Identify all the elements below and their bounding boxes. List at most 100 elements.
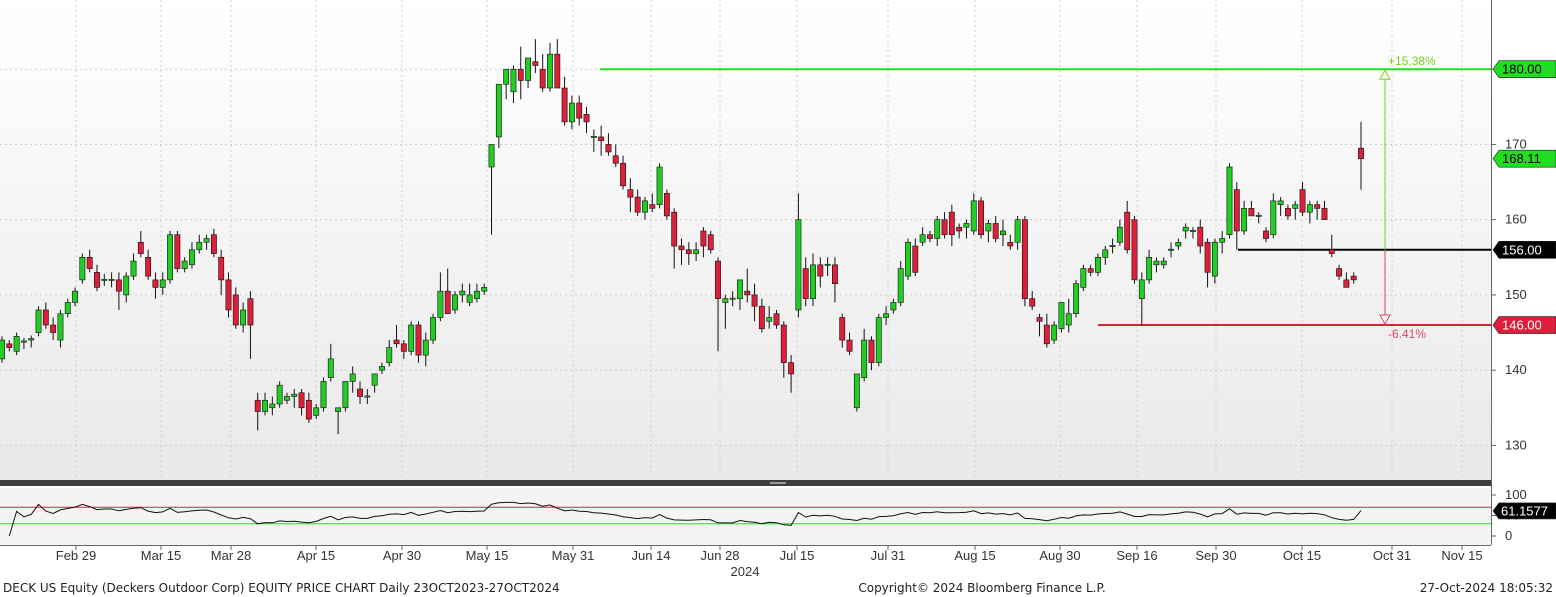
candle-body (1226, 166, 1233, 236)
candle-body (532, 61, 539, 66)
y-tick-label: 140 (1505, 362, 1527, 377)
candle-body (1255, 215, 1262, 217)
year-label: 2024 (731, 564, 760, 579)
candle-body (101, 278, 108, 281)
candle-body (181, 260, 188, 269)
candle-body (824, 263, 831, 266)
candle-body (232, 294, 239, 326)
x-axis: Feb 29 Mar 15 Mar 28 Apr 15 Apr 30 May 15 May … (56, 545, 1483, 563)
candle-body (247, 298, 254, 326)
candle-body (1241, 208, 1248, 232)
candle-body (1058, 302, 1065, 330)
candle-body (656, 166, 663, 205)
candle-body (598, 136, 605, 141)
candle-body (1211, 241, 1218, 277)
candle-body (956, 226, 963, 232)
candle-body (1219, 238, 1226, 243)
candle-body (94, 272, 100, 288)
candle-body (437, 290, 444, 318)
candle-body (510, 68, 517, 93)
candle-body (1109, 245, 1116, 247)
candle-body (547, 53, 553, 89)
candle-body (1336, 268, 1343, 277)
candle-body (35, 309, 42, 333)
candle-body (371, 373, 378, 386)
x-tick-label: May 31 (552, 548, 595, 563)
candle-body (1116, 226, 1123, 243)
candle-body (926, 234, 933, 239)
candle-body (1080, 268, 1087, 288)
candle-body (503, 68, 510, 85)
candle-body (1233, 189, 1240, 232)
candle-body (539, 68, 546, 89)
candle-body (1043, 324, 1050, 345)
candle-body (79, 257, 86, 281)
rsi-panel-background (0, 488, 1491, 545)
candle-body (13, 336, 20, 352)
candle-body (1343, 279, 1350, 288)
candle-body (466, 294, 473, 303)
candle-body (481, 287, 488, 292)
rsi-tick-label: 0 (1505, 528, 1512, 543)
candle-body (167, 234, 173, 281)
panel-divider[interactable] (0, 480, 1491, 486)
candle-body (284, 396, 290, 401)
candle-body (948, 211, 955, 236)
candle-body (20, 340, 27, 343)
candle-body (130, 260, 137, 277)
candle-body (313, 407, 320, 416)
y-tick-label: 150 (1505, 287, 1527, 302)
candle-body (1095, 257, 1101, 273)
candle-body (802, 268, 809, 299)
candle-body (6, 343, 13, 348)
x-tick-label: Sep 16 (1116, 548, 1157, 563)
candle-body (846, 339, 853, 352)
x-tick-label: Apr 15 (297, 548, 335, 563)
x-tick-label: Aug 15 (954, 548, 995, 563)
candle-body (1314, 204, 1321, 209)
candle-body (488, 144, 495, 168)
candle-body (963, 223, 970, 228)
rsi-value-label: 61.1577 (1501, 503, 1548, 518)
candle-body (1007, 241, 1014, 247)
x-tick-label: Apr 30 (383, 548, 421, 563)
candle-body (970, 200, 977, 232)
resistance-tag-label: 180.00 (1502, 62, 1542, 77)
candle-body (495, 83, 502, 138)
candle-body (86, 257, 93, 269)
candle-body (137, 241, 144, 254)
candle-body (715, 260, 721, 299)
x-tick-label: Jun 14 (631, 548, 670, 563)
candle-body (707, 234, 714, 251)
candle-body (992, 223, 999, 239)
candle-body (905, 241, 911, 277)
candle-body (1350, 275, 1357, 281)
candle-body (1014, 219, 1021, 243)
candle-body (1029, 298, 1036, 307)
candle-body (583, 114, 590, 123)
x-tick-label: Oct 31 (1373, 548, 1411, 563)
timestamp: 27-Oct-2024 18:05:32 (1420, 581, 1553, 595)
candle-body (642, 200, 648, 213)
candle-body (780, 324, 787, 363)
candle-body (393, 339, 400, 345)
candle-body (839, 317, 846, 341)
candle-body (1277, 200, 1284, 205)
candle-body (517, 68, 524, 81)
candle-body (444, 290, 451, 315)
x-tick-label: Jul 15 (780, 548, 815, 563)
candle-body (693, 249, 700, 254)
candle-body (174, 234, 181, 269)
candle-body (1102, 249, 1109, 258)
candle-body (1263, 230, 1269, 239)
candle-body (1292, 204, 1299, 209)
candle-body (663, 193, 670, 217)
candle-body (620, 162, 626, 187)
candle-body (1124, 211, 1131, 251)
candle-body (1160, 260, 1167, 266)
change-down-label: -6.41% (1388, 327, 1426, 341)
price-chart: 10050061.1577 +15.38%-6.41% 130140150160… (0, 0, 1556, 595)
candle-body (832, 264, 838, 284)
candle-body (64, 302, 71, 315)
panel-divider-grip[interactable] (770, 482, 786, 484)
